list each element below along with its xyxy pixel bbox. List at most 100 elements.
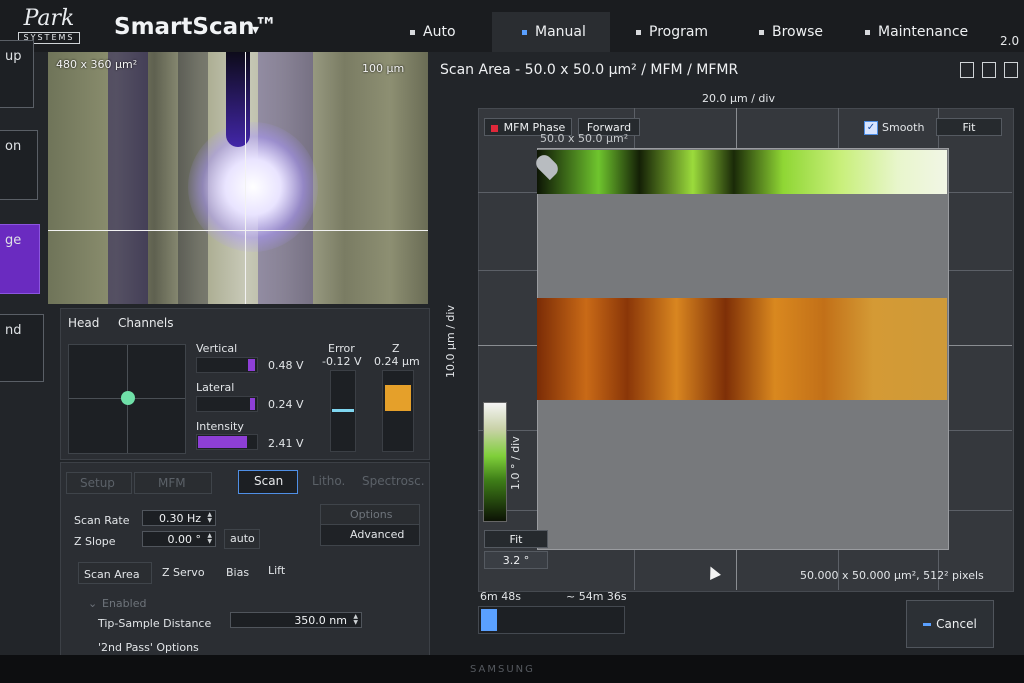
camera-area-label: 480 x 360 μm² <box>56 58 138 71</box>
nav-tab-program[interactable]: Program <box>636 24 708 40</box>
tab-mfm[interactable]: MFM <box>158 476 186 490</box>
laser-position-dot <box>121 391 135 405</box>
progress-fill <box>481 609 497 631</box>
remaining-time: ~ 54m 36s <box>566 590 627 603</box>
error-value: -0.12 V <box>322 355 362 368</box>
tab-dot-icon <box>522 29 527 35</box>
nav-tab-maintenance[interactable]: Maintenance <box>865 24 968 40</box>
z-value: 0.24 μm <box>374 355 420 368</box>
cancel-marker-icon <box>923 623 932 626</box>
laser-spot <box>188 122 318 252</box>
scan-size-overlay: 50.0 x 50.0 μm² <box>540 132 629 145</box>
camera-scale-label: 100 μm <box>362 62 405 75</box>
z-level-bar <box>385 385 411 411</box>
intensity-bar <box>198 436 247 448</box>
left-nav-button-1[interactable]: up <box>0 40 34 108</box>
vertical-label: Vertical <box>196 342 238 355</box>
smooth-checkbox[interactable]: ✓ <box>864 121 878 135</box>
subtab-scan-area[interactable]: Scan Area <box>84 568 140 581</box>
channel-marker-icon <box>490 124 498 132</box>
park-logo: Park SYSTEMS <box>18 8 80 44</box>
error-meter <box>330 370 356 452</box>
lateral-meter <box>196 396 258 412</box>
crosshair-vertical <box>245 52 246 304</box>
scan-footer-info: 50.000 x 50.000 μm², 512² pixels <box>800 569 984 582</box>
document-icon[interactable] <box>982 62 996 78</box>
options-label: Options <box>350 508 393 521</box>
version-label: 2.0 <box>1000 34 1020 48</box>
left-nav-button-4[interactable]: nd <box>0 314 44 382</box>
tab-dot-icon <box>759 29 764 35</box>
y-axis-division-label: 10.0 μm / div <box>444 305 457 378</box>
z-slope-input[interactable]: 0.00 ° ▲ ▼ <box>142 531 216 547</box>
left-nav-button-3[interactable]: ge <box>0 224 40 294</box>
scan-area-title: Scan Area - 50.0 x 50.0 μm² / MFM / MFMR <box>440 62 739 78</box>
colorbar-division-label: 1.0 ° / div <box>509 436 522 490</box>
tab-dot-icon <box>410 29 415 35</box>
subtab-z-servo[interactable]: Z Servo <box>162 566 205 579</box>
lateral-bar <box>250 398 255 410</box>
tab-dot-icon <box>636 29 641 35</box>
spinner-icon: ▲ ▼ <box>207 511 212 524</box>
tip-sample-input[interactable]: 350.0 nm ▲ ▼ <box>230 612 362 628</box>
photodetector-quadrant <box>68 344 186 454</box>
clipboard-check-icon[interactable] <box>960 62 974 78</box>
scan-progress-bar <box>478 606 625 634</box>
z-meter <box>382 370 414 452</box>
chevron-down-icon[interactable]: ⌄ <box>88 597 97 610</box>
elapsed-time: 6m 48s <box>480 590 521 603</box>
tab-scan[interactable]: Scan <box>254 474 283 488</box>
color-scale-bar <box>483 402 507 522</box>
left-nav-button-2[interactable]: on <box>0 130 38 200</box>
spinner-icon: ▲ ▼ <box>353 613 358 626</box>
x-axis-division-label: 20.0 μm / div <box>702 92 775 105</box>
nav-tab-auto[interactable]: Auto <box>410 24 456 40</box>
crosshair-horizontal <box>48 230 428 231</box>
subtab-bias[interactable]: Bias <box>226 566 249 579</box>
tab-setup[interactable]: Setup <box>80 476 115 490</box>
spinner-icon: ▲ ▼ <box>207 532 212 545</box>
auto-label: auto <box>230 532 255 545</box>
vertical-meter <box>196 357 258 373</box>
subtab-lift[interactable]: Lift <box>268 564 285 577</box>
z-slope-label: Z Slope <box>74 535 116 548</box>
camera-shadow-stripe <box>108 52 148 304</box>
tip-sample-label: Tip-Sample Distance <box>98 617 212 630</box>
fit-button[interactable]: Fit <box>936 118 1002 136</box>
tab-head[interactable]: Head <box>68 316 99 330</box>
cantilever-probe <box>226 52 250 147</box>
error-label: Error <box>328 342 355 355</box>
screen: Park SYSTEMS SmartScan™ ▾ Auto Manual Pr… <box>0 0 1024 668</box>
lateral-label: Lateral <box>196 381 235 394</box>
z-label: Z <box>392 342 400 355</box>
optical-camera-view[interactable]: 480 x 360 μm² 100 μm <box>48 52 428 304</box>
scan-rate-input[interactable]: 0.30 Hz ▲ ▼ <box>142 510 216 526</box>
tab-dot-icon <box>865 29 870 35</box>
nav-tab-browse[interactable]: Browse <box>759 24 823 40</box>
second-pass-options-link[interactable]: '2nd Pass' Options <box>98 641 199 654</box>
advanced-label: Advanced <box>350 528 405 541</box>
smooth-label: Smooth <box>882 121 925 134</box>
vertical-value: 0.48 V <box>268 359 304 372</box>
copy-icon[interactable] <box>1004 62 1018 78</box>
error-indicator <box>332 409 354 412</box>
enabled-label: Enabled <box>102 597 147 610</box>
intensity-value: 2.41 V <box>268 437 304 450</box>
colorbar-range-value[interactable]: 3.2 ° <box>484 551 548 569</box>
colorbar-fit-button[interactable]: Fit <box>484 530 548 548</box>
app-menu-caret-icon[interactable]: ▾ <box>252 22 259 38</box>
cancel-button[interactable]: Cancel <box>906 600 994 648</box>
lateral-value: 0.24 V <box>268 398 304 411</box>
monitor-brand: SAMSUNG <box>470 664 535 675</box>
top-bar: Park SYSTEMS SmartScan™ ▾ Auto Manual Pr… <box>0 0 1024 52</box>
scan-rate-label: Scan Rate <box>74 514 130 527</box>
intensity-label: Intensity <box>196 420 244 433</box>
tab-litho[interactable]: Litho. <box>312 474 345 488</box>
vertical-bar <box>248 359 255 371</box>
tab-channels[interactable]: Channels <box>118 316 174 330</box>
tab-spectroscopy[interactable]: Spectrosc. <box>362 474 425 488</box>
nav-tab-manual[interactable]: Manual <box>522 24 586 40</box>
intensity-meter <box>196 434 258 450</box>
mfm-phase-trace-band <box>537 150 947 194</box>
mfm-amplitude-band <box>537 298 947 400</box>
